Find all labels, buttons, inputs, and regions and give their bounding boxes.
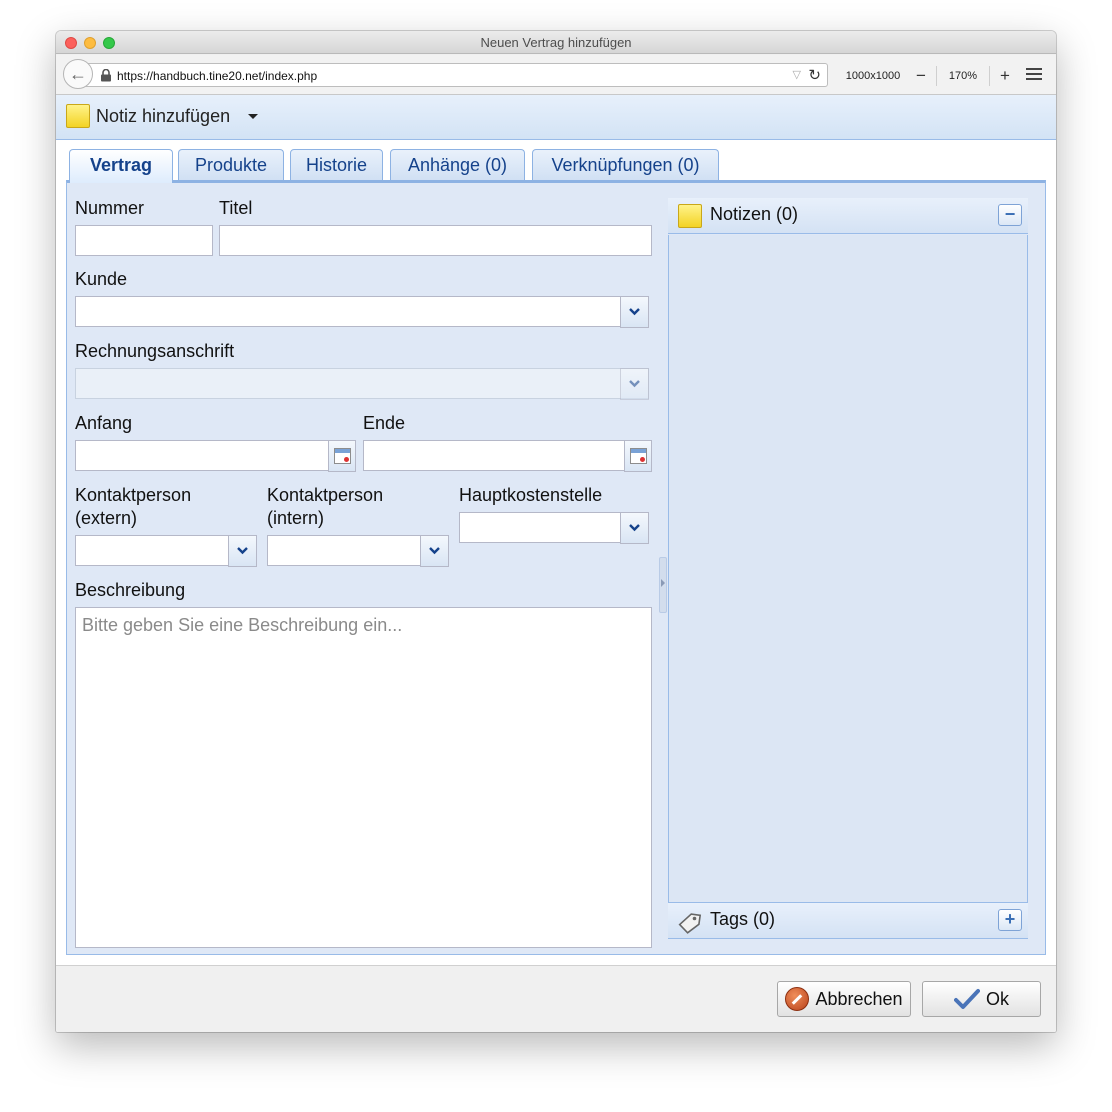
rechnungsanschrift-label: Rechnungsanschrift bbox=[75, 341, 235, 361]
notes-title: Notizen (0) bbox=[710, 204, 799, 224]
responsive-controls: 1000x1000 − 170% + bbox=[836, 64, 1016, 88]
rechnungsanschrift-dropdown-trigger[interactable] bbox=[620, 368, 649, 400]
tags-expand-button[interactable]: + bbox=[998, 909, 1022, 931]
panel-splitter[interactable] bbox=[659, 557, 667, 613]
ende-date-field[interactable] bbox=[363, 440, 652, 472]
hauptkostenstelle-dropdown-trigger[interactable] bbox=[620, 512, 649, 544]
tags-title: Tags (0) bbox=[710, 909, 776, 929]
collapse-arrow-icon bbox=[661, 579, 665, 587]
tab-panel-vertrag: Nummer Titel Kunde Rechnungsanschrift An… bbox=[66, 180, 1046, 955]
notes-list bbox=[668, 235, 1028, 903]
side-panel: Notizen (0) − Tags (0) + bbox=[668, 198, 1028, 940]
hauptkostenstelle-combobox[interactable] bbox=[459, 512, 649, 544]
beschreibung-placeholder: Bitte geben Sie eine Beschreibung ein... bbox=[82, 615, 403, 635]
kontakt-extern-label-line1: Kontaktperson bbox=[75, 485, 192, 505]
anfang-label: Anfang bbox=[75, 413, 133, 433]
zoom-level[interactable]: 170% bbox=[941, 70, 985, 82]
notes-header: Notizen (0) − bbox=[668, 198, 1028, 234]
note-icon bbox=[66, 104, 90, 128]
url-text: https://handbuch.tine20.net/index.php bbox=[117, 69, 318, 83]
back-button[interactable]: ← bbox=[63, 59, 93, 89]
notes-collapse-button[interactable]: − bbox=[998, 204, 1022, 226]
kunde-combobox[interactable] bbox=[75, 296, 649, 328]
url-dropdown-icon[interactable]: ▽ bbox=[793, 68, 801, 81]
cancel-icon bbox=[785, 987, 810, 1011]
reload-icon[interactable]: ↻ bbox=[808, 66, 821, 84]
chevron-down-icon bbox=[629, 308, 640, 316]
zoom-out-button[interactable]: − bbox=[910, 66, 932, 86]
tab-vertrag[interactable]: Vertrag bbox=[69, 149, 173, 183]
app-content: Notiz hinzufügen Vertrag Produkte Histor… bbox=[56, 95, 1056, 1032]
add-note-button[interactable]: Notiz hinzufügen bbox=[96, 106, 230, 127]
kontakt-extern-combobox[interactable] bbox=[75, 535, 257, 567]
anfang-date-picker[interactable] bbox=[328, 440, 356, 472]
calendar-icon bbox=[630, 448, 647, 464]
viewport-size[interactable]: 1000x1000 bbox=[836, 70, 910, 82]
kunde-label: Kunde bbox=[75, 269, 128, 289]
anfang-date-field[interactable] bbox=[75, 440, 356, 472]
tag-icon bbox=[678, 913, 702, 934]
tab-strip: Vertrag Produkte Historie Anhänge (0) Ve… bbox=[56, 140, 1056, 183]
kontakt-extern-label-line2: (extern) bbox=[75, 508, 138, 528]
ende-label: Ende bbox=[363, 413, 406, 433]
back-arrow-icon: ← bbox=[69, 64, 87, 84]
checkmark-icon bbox=[953, 989, 980, 1009]
rechnungsanschrift-combobox[interactable] bbox=[75, 368, 649, 400]
note-icon bbox=[678, 204, 702, 228]
kontakt-intern-dropdown-trigger[interactable] bbox=[420, 535, 449, 567]
hamburger-menu-icon[interactable] bbox=[1026, 68, 1042, 82]
zoom-in-button[interactable]: + bbox=[994, 66, 1016, 86]
kunde-dropdown-trigger[interactable] bbox=[620, 296, 649, 328]
chevron-down-icon bbox=[237, 547, 248, 555]
separator bbox=[989, 66, 990, 86]
titel-field[interactable] bbox=[219, 225, 652, 256]
nummer-field[interactable] bbox=[75, 225, 213, 256]
browser-urlbar: https://handbuch.tine20.net/index.php ▽ … bbox=[56, 55, 1056, 95]
ok-label: Ok bbox=[985, 988, 1009, 1009]
window-titlebar: Neuen Vertrag hinzufügen bbox=[56, 31, 1056, 54]
tab-historie[interactable]: Historie bbox=[290, 149, 383, 182]
tab-anhaenge[interactable]: Anhänge (0) bbox=[390, 149, 525, 182]
beschreibung-textarea[interactable]: Bitte geben Sie eine Beschreibung ein... bbox=[75, 607, 652, 948]
tab-produkte[interactable]: Produkte bbox=[178, 149, 284, 182]
chevron-down-icon bbox=[429, 547, 440, 555]
dialog-footer: Abbrechen Ok bbox=[56, 965, 1056, 1032]
titel-label: Titel bbox=[219, 198, 253, 218]
window-title: Neuen Vertrag hinzufügen bbox=[480, 35, 632, 50]
ok-button[interactable]: Ok bbox=[922, 981, 1041, 1017]
tags-header: Tags (0) + bbox=[668, 903, 1028, 939]
hauptkostenstelle-label: Hauptkostenstelle bbox=[459, 485, 603, 505]
beschreibung-label: Beschreibung bbox=[75, 580, 186, 600]
calendar-icon bbox=[334, 448, 351, 464]
dialog-window: Neuen Vertrag hinzufügen https://handbuc… bbox=[56, 31, 1056, 1032]
chevron-down-icon bbox=[629, 380, 640, 388]
cancel-label: Abbrechen bbox=[815, 988, 903, 1009]
separator bbox=[936, 66, 937, 86]
kontakt-extern-dropdown-trigger[interactable] bbox=[228, 535, 257, 567]
url-field[interactable]: https://handbuch.tine20.net/index.php ▽ … bbox=[86, 63, 828, 87]
dialog-toolbar: Notiz hinzufügen bbox=[56, 95, 1056, 140]
tab-verknuepfungen[interactable]: Verknüpfungen (0) bbox=[532, 149, 719, 182]
kontakt-intern-label-line1: Kontaktperson bbox=[267, 485, 384, 505]
lock-icon bbox=[101, 69, 111, 82]
kontakt-intern-label-line2: (intern) bbox=[267, 508, 325, 528]
cancel-button[interactable]: Abbrechen bbox=[777, 981, 911, 1017]
caret-down-icon[interactable] bbox=[248, 114, 258, 119]
ende-date-picker[interactable] bbox=[624, 440, 652, 472]
chevron-down-icon bbox=[629, 524, 640, 532]
kontakt-intern-combobox[interactable] bbox=[267, 535, 449, 567]
nummer-label: Nummer bbox=[75, 198, 145, 218]
